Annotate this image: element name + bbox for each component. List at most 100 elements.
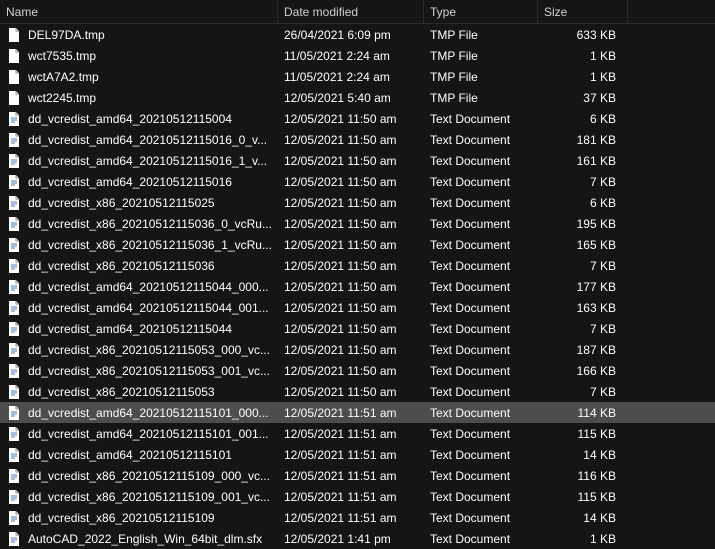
file-date-cell: 12/05/2021 11:50 am [278,322,424,336]
file-row[interactable]: dd_vcredist_amd64_20210512115016_0_v...1… [0,129,715,150]
file-list-table: Name Date modified Type Size DEL97DA.tmp… [0,0,715,549]
file-row[interactable]: wct7535.tmp11/05/2021 2:24 amTMP File1 K… [0,45,715,66]
file-name-cell[interactable]: dd_vcredist_x86_20210512115109_001_vc... [0,489,278,505]
file-name-cell[interactable]: dd_vcredist_x86_20210512115053_001_vc... [0,363,278,379]
file-size-cell: 7 KB [538,259,628,273]
file-size-cell: 163 KB [538,301,628,315]
file-name-cell[interactable]: dd_vcredist_x86_20210512115109 [0,510,278,526]
file-type-cell: Text Document [424,217,538,231]
file-name-cell[interactable]: wct2245.tmp [0,90,278,106]
file-type-cell: Text Document [424,406,538,420]
file-date-cell: 11/05/2021 2:24 am [278,49,424,63]
file-date-cell: 12/05/2021 5:40 am [278,91,424,105]
file-name-label: dd_vcredist_x86_20210512115053_001_vc... [28,364,270,378]
file-row[interactable]: wct2245.tmp12/05/2021 5:40 amTMP File37 … [0,87,715,108]
file-name-cell[interactable]: dd_vcredist_amd64_20210512115016 [0,174,278,190]
file-name-cell[interactable]: dd_vcredist_x86_20210512115053_000_vc... [0,342,278,358]
file-row[interactable]: dd_vcredist_x86_20210512115109 12/05/2021… [0,507,715,528]
file-row[interactable]: dd_vcredist_x86_20210512115053_001_vc...… [0,360,715,381]
file-row[interactable]: dd_vcredist_amd64_20210512115101_001...1… [0,423,715,444]
file-name-cell[interactable]: dd_vcredist_amd64_20210512115016_1_v... [0,153,278,169]
blank-file-icon [6,69,22,85]
file-row[interactable]: dd_vcredist_x86_20210512115109_000_vc...… [0,465,715,486]
column-header-date[interactable]: Date modified [278,0,424,23]
file-name-cell[interactable]: dd_vcredist_amd64_20210512115101_000... [0,405,278,421]
file-row[interactable]: dd_vcredist_x86_20210512115053_000_vc...… [0,339,715,360]
file-date-cell: 12/05/2021 11:50 am [278,364,424,378]
file-name-cell[interactable]: dd_vcredist_amd64_20210512115004 [0,111,278,127]
file-name-cell[interactable]: DEL97DA.tmp [0,27,278,43]
file-name-cell[interactable]: dd_vcredist_x86_20210512115036_1_vcRu... [0,237,278,253]
file-size-cell: 187 KB [538,343,628,357]
file-row[interactable]: dd_vcredist_amd64_20210512115044_001... 1… [0,297,715,318]
text-file-icon [6,531,22,547]
blank-file-icon [6,90,22,106]
file-date-cell: 12/05/2021 11:51 am [278,511,424,525]
file-row[interactable]: dd_vcredist_amd64_2021051211500412/05/20… [0,108,715,129]
text-file-icon [6,279,22,295]
text-file-icon [6,510,22,526]
file-row[interactable]: dd_vcredist_x86_20210512115036_0_vcRu...… [0,213,715,234]
file-name-cell[interactable]: dd_vcredist_amd64_20210512115044_000... [0,279,278,295]
file-size-cell: 633 KB [538,28,628,42]
file-row[interactable]: dd_vcredist_amd64_2021051211501612/05/20… [0,171,715,192]
file-date-cell: 12/05/2021 11:50 am [278,385,424,399]
file-row[interactable]: wctA7A2.tmp11/05/2021 2:24 amTMP File1 K… [0,66,715,87]
file-name-cell[interactable]: dd_vcredist_amd64_20210512115016_0_v... [0,132,278,148]
file-name-cell[interactable]: dd_vcredist_x86_20210512115036_0_vcRu... [0,216,278,232]
file-date-cell: 12/05/2021 11:51 am [278,427,424,441]
column-header-type[interactable]: Type [424,0,538,23]
file-size-cell: 1 KB [538,49,628,63]
file-name-cell[interactable]: wctA7A2.tmp [0,69,278,85]
column-header-size[interactable]: Size [538,0,628,23]
file-name-label: AutoCAD_2022_English_Win_64bit_dlm.sfx [28,532,262,546]
file-name-label: dd_vcredist_x86_20210512115053_000_vc... [28,343,270,357]
file-row[interactable]: dd_vcredist_x86_2021051211502512/05/2021… [0,192,715,213]
file-row[interactable]: dd_vcredist_amd64_2021051211504412/05/20… [0,318,715,339]
text-file-icon [6,195,22,211]
file-name-label: dd_vcredist_amd64_20210512115101_000... [28,406,269,420]
file-date-cell: 12/05/2021 11:50 am [278,301,424,315]
file-name-cell[interactable]: dd_vcredist_amd64_20210512115101 [0,447,278,463]
file-row[interactable]: dd_vcredist_amd64_20210512115101_000...1… [0,402,715,423]
file-name-cell[interactable]: AutoCAD_2022_English_Win_64bit_dlm.sfx [0,531,278,547]
file-name-cell[interactable]: wct7535.tmp [0,48,278,64]
column-header-name[interactable]: Name [0,0,278,23]
file-row[interactable]: dd_vcredist_amd64_20210512115016_1_v... 1… [0,150,715,171]
file-size-cell: 37 KB [538,91,628,105]
file-name-label: dd_vcredist_x86_20210512115109 [28,511,215,525]
file-size-cell: 115 KB [538,490,628,504]
file-size-cell: 7 KB [538,385,628,399]
file-date-cell: 12/05/2021 1:41 pm [278,532,424,546]
text-file-icon [6,342,22,358]
file-size-cell: 1 KB [538,532,628,546]
file-name-cell[interactable]: dd_vcredist_x86_20210512115053 [0,384,278,400]
file-name-cell[interactable]: dd_vcredist_x86_20210512115109_000_vc... [0,468,278,484]
file-type-cell: Text Document [424,154,538,168]
file-name-label: dd_vcredist_amd64_20210512115044_000... [28,280,269,294]
file-row[interactable]: dd_vcredist_x86_20210512115109_001_vc...… [0,486,715,507]
file-type-cell: Text Document [424,427,538,441]
column-header-name-label: Name [6,5,38,19]
text-file-icon [6,468,22,484]
file-name-label: dd_vcredist_amd64_20210512115044_001... [28,301,269,315]
file-date-cell: 12/05/2021 11:51 am [278,469,424,483]
file-name-cell[interactable]: dd_vcredist_amd64_20210512115044_001... [0,300,278,316]
file-row[interactable]: dd_vcredist_x86_20210512115036_1_vcRu...… [0,234,715,255]
file-type-cell: Text Document [424,448,538,462]
text-file-icon [6,111,22,127]
text-file-icon [6,300,22,316]
file-name-cell[interactable]: dd_vcredist_x86_20210512115036 [0,258,278,274]
column-header-row: Name Date modified Type Size [0,0,715,24]
file-row[interactable]: dd_vcredist_x86_2021051211503612/05/2021… [0,255,715,276]
file-name-cell[interactable]: dd_vcredist_amd64_20210512115044 [0,321,278,337]
file-name-label: dd_vcredist_amd64_20210512115016_1_v... [28,154,267,168]
file-row[interactable]: dd_vcredist_amd64_2021051211510112/05/20… [0,444,715,465]
file-row[interactable]: dd_vcredist_amd64_20210512115044_000...1… [0,276,715,297]
file-row[interactable]: DEL97DA.tmp26/04/2021 6:09 pmTMP File633… [0,24,715,45]
file-name-cell[interactable]: dd_vcredist_amd64_20210512115101_001... [0,426,278,442]
file-row[interactable]: AutoCAD_2022_English_Win_64bit_dlm.sfx 12… [0,528,715,549]
file-name-cell[interactable]: dd_vcredist_x86_20210512115025 [0,195,278,211]
file-date-cell: 12/05/2021 11:50 am [278,154,424,168]
file-row[interactable]: dd_vcredist_x86_2021051211505312/05/2021… [0,381,715,402]
